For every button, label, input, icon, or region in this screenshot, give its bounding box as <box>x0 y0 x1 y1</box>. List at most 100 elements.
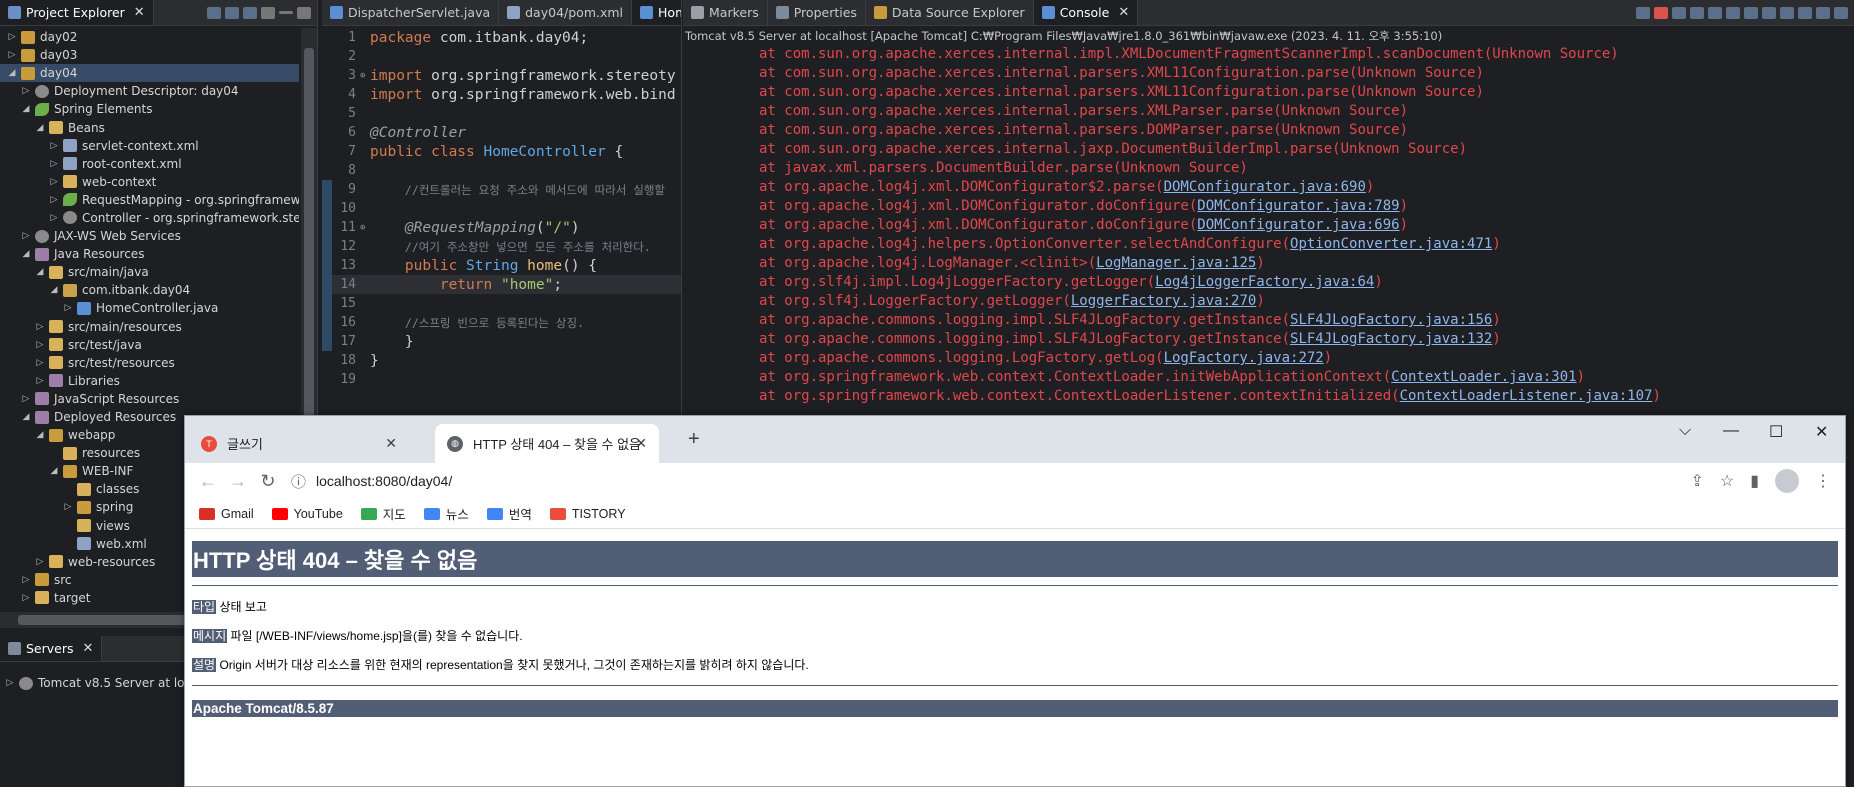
close-tab-icon[interactable]: ✕ <box>635 435 647 452</box>
code-line[interactable]: 8 <box>322 161 681 180</box>
tree-item[interactable]: ◢ Beans <box>0 118 299 136</box>
code-line[interactable]: 17 } <box>322 332 681 351</box>
toolbar-button-icon[interactable] <box>1816 6 1830 19</box>
toolbar-button-icon[interactable] <box>1762 6 1776 19</box>
scrollbar-thumb[interactable] <box>304 48 314 418</box>
filter-icon[interactable] <box>243 6 257 19</box>
source-link[interactable]: LogFactory.java:272 <box>1164 350 1324 366</box>
expand-arrow-icon[interactable]: ▷ <box>62 303 74 313</box>
fold-icon[interactable]: ⊕ <box>360 71 370 81</box>
tree-item[interactable]: ▷ Libraries <box>0 372 299 390</box>
bookmark-item[interactable]: Gmail <box>199 507 254 521</box>
fold-icon[interactable]: ⊕ <box>360 223 370 233</box>
expand-arrow-icon[interactable]: ◢ <box>34 267 46 277</box>
expand-arrow-icon[interactable]: ▷ <box>20 86 32 96</box>
close-tab-icon[interactable]: ✕ <box>385 435 397 452</box>
expand-arrow-icon[interactable]: ▷ <box>4 678 16 688</box>
source-link[interactable]: Log4jLoggerFactory.java:64 <box>1155 274 1374 290</box>
bookmark-star-icon[interactable]: ☆ <box>1720 471 1734 491</box>
close-icon[interactable]: ✕ <box>1118 5 1129 20</box>
tree-item[interactable]: ▷ RequestMapping - org.springframework <box>0 191 299 209</box>
toolbar-button-icon[interactable] <box>1654 6 1668 19</box>
source-link[interactable]: LogManager.java:125 <box>1096 255 1256 271</box>
expand-arrow-icon[interactable]: ◢ <box>20 249 32 259</box>
bookmark-item[interactable]: 번역 <box>486 504 532 523</box>
tree-item[interactable]: ▷ web-context <box>0 173 299 191</box>
site-info-icon[interactable]: ⓘ <box>291 471 306 492</box>
forward-icon[interactable]: → <box>223 471 253 492</box>
expand-arrow-icon[interactable]: ▷ <box>48 141 60 151</box>
source-link[interactable]: OptionConverter.java:471 <box>1290 236 1492 252</box>
expand-arrow-icon[interactable]: ▷ <box>34 322 46 332</box>
expand-arrow-icon[interactable]: ◢ <box>6 68 18 78</box>
code-line[interactable]: 7 public class HomeController { <box>322 142 681 161</box>
editor-tab[interactable]: DispatcherServlet.java <box>322 0 500 25</box>
code-line[interactable]: 16 //스프링 빈으로 등록된다는 상징. <box>322 313 681 332</box>
tree-item[interactable]: ▷ servlet-context.xml <box>0 137 299 155</box>
source-link[interactable]: DOMConfigurator.java:696 <box>1197 217 1399 233</box>
maximize-icon[interactable] <box>297 6 311 19</box>
console-tab[interactable]: Markers <box>683 0 768 25</box>
toolbar-button-icon[interactable] <box>1780 6 1794 19</box>
code-line[interactable]: 1 package com.itbank.day04; <box>322 28 681 47</box>
expand-arrow-icon[interactable]: ◢ <box>34 123 46 133</box>
chrome-tab-404[interactable]: ◍ HTTP 상태 404 – 찾을 수 없음 ✕ <box>435 424 659 463</box>
code-line[interactable]: 13 public String home() { <box>322 256 681 275</box>
source-link[interactable]: SLF4JLogFactory.java:156 <box>1290 312 1492 328</box>
code-line[interactable]: 18} <box>322 351 681 370</box>
share-icon[interactable]: ⇪ <box>1690 471 1703 491</box>
code-line[interactable]: 2 <box>322 47 681 66</box>
address-bar[interactable]: ⓘ localhost:8080/day04/ ⇪ ☆ ▮ ⋮ <box>291 466 1837 496</box>
toolbar-button-icon[interactable] <box>1690 6 1704 19</box>
tree-item[interactable]: ▷ JAX-WS Web Services <box>0 227 299 245</box>
view-menu-icon[interactable] <box>261 6 275 19</box>
expand-arrow-icon[interactable]: ▷ <box>34 340 46 350</box>
expand-arrow-icon[interactable]: ◢ <box>48 466 60 476</box>
minimize-icon[interactable] <box>279 11 293 14</box>
code-line[interactable]: 9 //컨트롤러는 요청 주소와 메서드에 따라서 실행할 <box>322 180 681 199</box>
expand-arrow-icon[interactable]: ▷ <box>20 231 32 241</box>
code-line[interactable]: 12 //여기 주소창만 넣으면 모든 주소를 처리한다. <box>322 237 681 256</box>
tree-item[interactable]: ▷ JavaScript Resources <box>0 390 299 408</box>
tree-item[interactable]: ▷ src/main/resources <box>0 318 299 336</box>
code-line[interactable]: 6 @Controller <box>322 123 681 142</box>
toolbar-button-icon[interactable] <box>1798 6 1812 19</box>
editor-tab[interactable]: Hom <box>632 0 681 25</box>
close-icon[interactable]: ✕ <box>83 641 94 656</box>
server-item[interactable]: ▷ Tomcat v8.5 Server at loc <box>4 674 192 692</box>
expand-arrow-icon[interactable]: ◢ <box>20 412 32 422</box>
tree-item[interactable]: ◢ day04 <box>0 64 299 83</box>
tree-item[interactable]: ◢ Java Resources <box>0 245 299 263</box>
expand-arrow-icon[interactable]: ▷ <box>20 575 32 585</box>
source-link[interactable]: LoggerFactory.java:270 <box>1071 293 1256 309</box>
expand-arrow-icon[interactable]: ▷ <box>48 195 60 205</box>
editor-tab[interactable]: day04/pom.xml <box>499 0 633 25</box>
side-panel-icon[interactable]: ▮ <box>1750 471 1759 491</box>
source-link[interactable]: DOMConfigurator.java:690 <box>1164 179 1366 195</box>
bookmark-item[interactable]: 지도 <box>360 504 406 523</box>
toolbar-button-icon[interactable] <box>1834 6 1848 19</box>
source-link[interactable]: DOMConfigurator.java:789 <box>1197 198 1399 214</box>
expand-arrow-icon[interactable]: ◢ <box>20 104 32 114</box>
bookmark-item[interactable]: 뉴스 <box>423 504 469 523</box>
tree-item[interactable]: ▷ HomeController.java <box>0 299 299 317</box>
console-output[interactable]: at com.sun.org.apache.xerces.internal.im… <box>683 46 1854 407</box>
code-line[interactable]: 10 <box>322 199 681 218</box>
close-window-icon[interactable]: ✕ <box>1815 422 1828 442</box>
expand-arrow-icon[interactable]: ▷ <box>48 213 60 223</box>
toolbar-button-icon[interactable] <box>1726 6 1740 19</box>
expand-arrow-icon[interactable]: ▷ <box>48 177 60 187</box>
tab-project-explorer[interactable]: Project Explorer ✕ <box>0 0 154 25</box>
expand-arrow-icon[interactable]: ▷ <box>20 593 32 603</box>
source-link[interactable]: ContextLoaderListener.java:107 <box>1400 388 1653 404</box>
link-editor-icon[interactable] <box>225 6 239 19</box>
tab-servers[interactable]: Servers ✕ <box>0 636 103 661</box>
expand-arrow-icon[interactable]: ▷ <box>48 159 60 169</box>
source-link[interactable]: SLF4JLogFactory.java:132 <box>1290 331 1492 347</box>
tree-item[interactable]: ◢ com.itbank.day04 <box>0 281 299 299</box>
expand-arrow-icon[interactable]: ▷ <box>6 50 18 60</box>
expand-arrow-icon[interactable]: ▷ <box>34 376 46 386</box>
toolbar-button-icon[interactable] <box>1672 6 1686 19</box>
new-tab-button[interactable]: + <box>688 428 700 451</box>
expand-arrow-icon[interactable]: ▷ <box>6 32 18 42</box>
